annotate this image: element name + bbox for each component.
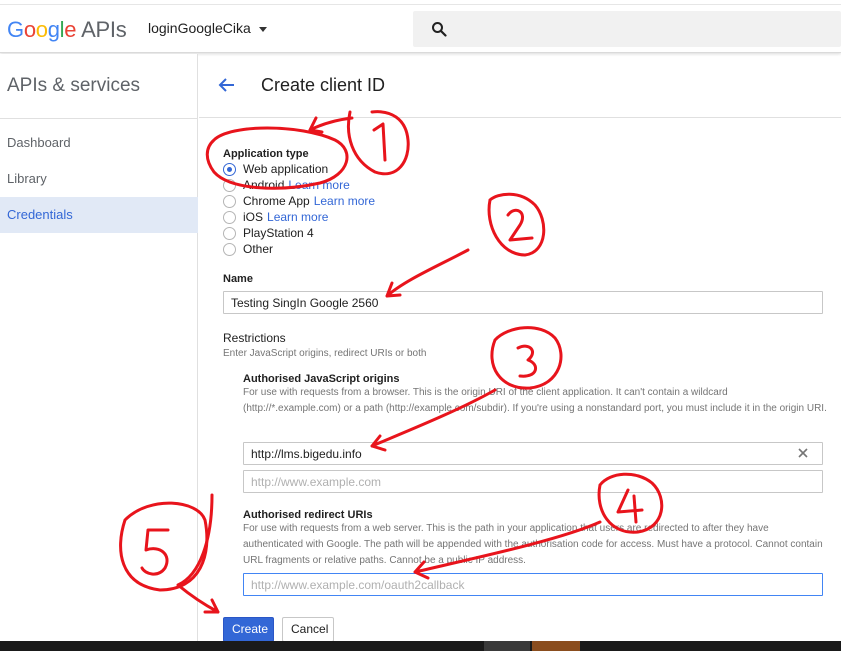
project-name: loginGoogleCika (148, 20, 251, 36)
annotation-arrow-2 (385, 248, 470, 298)
arrow-back-icon[interactable] (218, 76, 236, 94)
radio-other[interactable]: Other (223, 241, 273, 257)
radio-button[interactable] (223, 178, 236, 192)
sidebar-divider (0, 118, 198, 119)
google-apis-logo[interactable]: Google APIs (7, 17, 127, 43)
annotation-mark-2 (487, 192, 546, 257)
page-header: Create client ID (199, 54, 841, 118)
radio-label: PlayStation 4 (243, 226, 314, 240)
logo-letter: e (64, 17, 77, 42)
logo-letter: o (35, 17, 48, 42)
radio-label: iOS (243, 210, 264, 224)
top-bar: Google APIs loginGoogleCika (0, 0, 841, 53)
taskbar (0, 641, 841, 651)
logo-letter: g (47, 17, 60, 42)
redirect-uri-input[interactable] (243, 573, 823, 596)
search-icon[interactable] (431, 21, 447, 37)
annotation-arrow-1 (308, 116, 354, 134)
sidebar-item-credentials[interactable]: Credentials (0, 197, 198, 233)
caret-down-icon (258, 26, 267, 32)
radio-chrome-app[interactable]: Chrome App Learn more (223, 193, 375, 209)
page-title: Create client ID (261, 75, 386, 95)
project-selector[interactable]: loginGoogleCika (148, 20, 267, 36)
cancel-button[interactable]: Cancel (282, 617, 334, 642)
taskbar-item[interactable] (484, 641, 530, 651)
js-origin-new-input[interactable] (243, 470, 823, 493)
radio-android[interactable]: Android Learn more (223, 177, 350, 193)
radio-button[interactable] (223, 162, 236, 176)
close-icon[interactable] (797, 447, 809, 459)
restrictions-title: Restrictions (223, 331, 286, 345)
redirect-uris-help: For use with requests from a web server.… (243, 523, 823, 566)
radio-button[interactable] (223, 194, 236, 208)
annotation-mark-1-digit (372, 122, 387, 162)
radio-playstation-4[interactable]: PlayStation 4 (223, 225, 314, 241)
annotation-mark-1 (346, 110, 410, 176)
sidebar: APIs & services Dashboard Library Creden… (0, 54, 198, 651)
radio-button[interactable] (223, 210, 236, 224)
window-edge (0, 0, 841, 5)
radio-label: Web application (243, 162, 329, 176)
sidebar-title: APIs & services (7, 75, 141, 96)
logo-letter: o (23, 17, 36, 42)
sidebar-item-library[interactable]: Library (0, 161, 198, 197)
annotation-mark-2-digit (506, 208, 534, 242)
radio-label: Android (243, 178, 285, 192)
js-origins-title: Authorised JavaScript origins (243, 373, 400, 385)
name-input[interactable] (223, 291, 823, 314)
radio-label: Chrome App (243, 194, 310, 208)
radio-label: Other (243, 242, 274, 256)
radio-button[interactable] (223, 226, 236, 240)
logo-letter: G (7, 17, 24, 42)
annotation-mark-4-digit (616, 488, 644, 524)
name-label: Name (223, 273, 253, 285)
restrictions-subtitle: Enter JavaScript origins, redirect URIs … (223, 348, 427, 359)
taskbar-item[interactable] (532, 641, 580, 651)
js-origins-help: For use with requests from a browser. Th… (243, 387, 827, 414)
search-bar[interactable] (413, 11, 841, 47)
radio-button[interactable] (223, 242, 236, 256)
learn-more-link[interactable]: Learn more (314, 194, 375, 208)
annotation-mark-3 (490, 326, 563, 390)
redirect-uris-title: Authorised redirect URIs (243, 509, 373, 521)
radio-ios[interactable]: iOS Learn more (223, 209, 328, 225)
annotation-mark-3-digit (516, 344, 537, 378)
js-origin-input[interactable] (243, 442, 823, 465)
radio-web-application[interactable]: Web application (223, 161, 328, 177)
application-type-label: Application type (223, 148, 309, 160)
logo-suffix: APIs (81, 17, 127, 42)
sidebar-item-dashboard[interactable]: Dashboard (0, 125, 198, 161)
create-button[interactable]: Create (223, 617, 274, 642)
learn-more-link[interactable]: Learn more (288, 178, 349, 192)
learn-more-link[interactable]: Learn more (267, 210, 328, 224)
